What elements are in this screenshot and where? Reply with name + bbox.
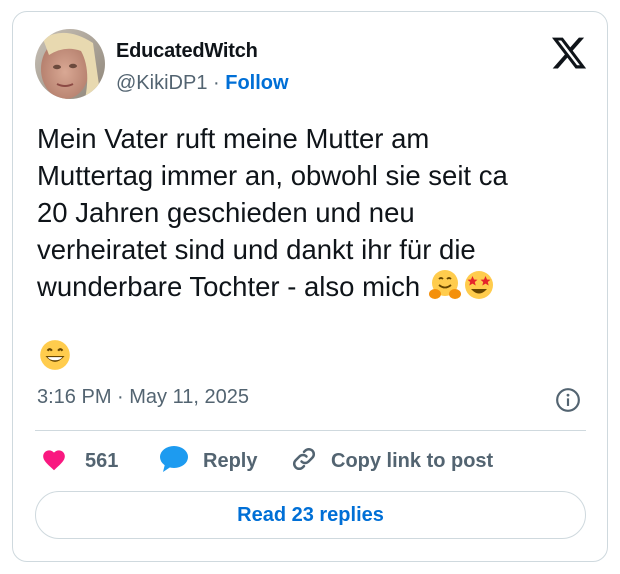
smiling-face-with-open-hands-emoji — [428, 268, 462, 311]
like-count: 561 — [85, 449, 119, 472]
tweet-text: Mein Vater ruft meine Mutter am Mutterta… — [37, 120, 592, 311]
separator-dot: · — [213, 72, 220, 94]
like-button[interactable]: 561 — [41, 446, 118, 476]
divider — [35, 430, 586, 431]
handle-row: @KikiDP1 · Follow — [116, 72, 289, 95]
grinning-face-with-smiling-eyes-emoji — [37, 337, 73, 378]
tweet-card: EducatedWitch @KikiDP1 · Follow Mein Vat… — [12, 11, 608, 562]
info-icon[interactable] — [555, 387, 581, 413]
avatar[interactable] — [35, 29, 105, 99]
post-timestamp[interactable]: 3:16 PM · May 11, 2025 — [37, 386, 249, 409]
read-replies-label: Read 23 replies — [237, 503, 384, 526]
read-replies-button[interactable]: Read 23 replies — [35, 491, 586, 539]
handle[interactable]: @KikiDP1 — [116, 72, 207, 94]
display-name[interactable]: EducatedWitch — [116, 40, 258, 63]
copy-link-button[interactable]: Copy link to post — [289, 446, 493, 476]
speech-bubble-icon — [159, 445, 189, 478]
reply-label: Reply — [203, 449, 258, 472]
copy-link-label: Copy link to post — [331, 449, 494, 472]
follow-button[interactable]: Follow — [225, 72, 288, 94]
reply-button[interactable]: Reply — [159, 445, 258, 478]
link-icon — [289, 444, 319, 479]
heart-icon — [41, 447, 67, 476]
x-logo-icon[interactable] — [550, 34, 588, 72]
star-struck-emoji — [462, 268, 496, 311]
